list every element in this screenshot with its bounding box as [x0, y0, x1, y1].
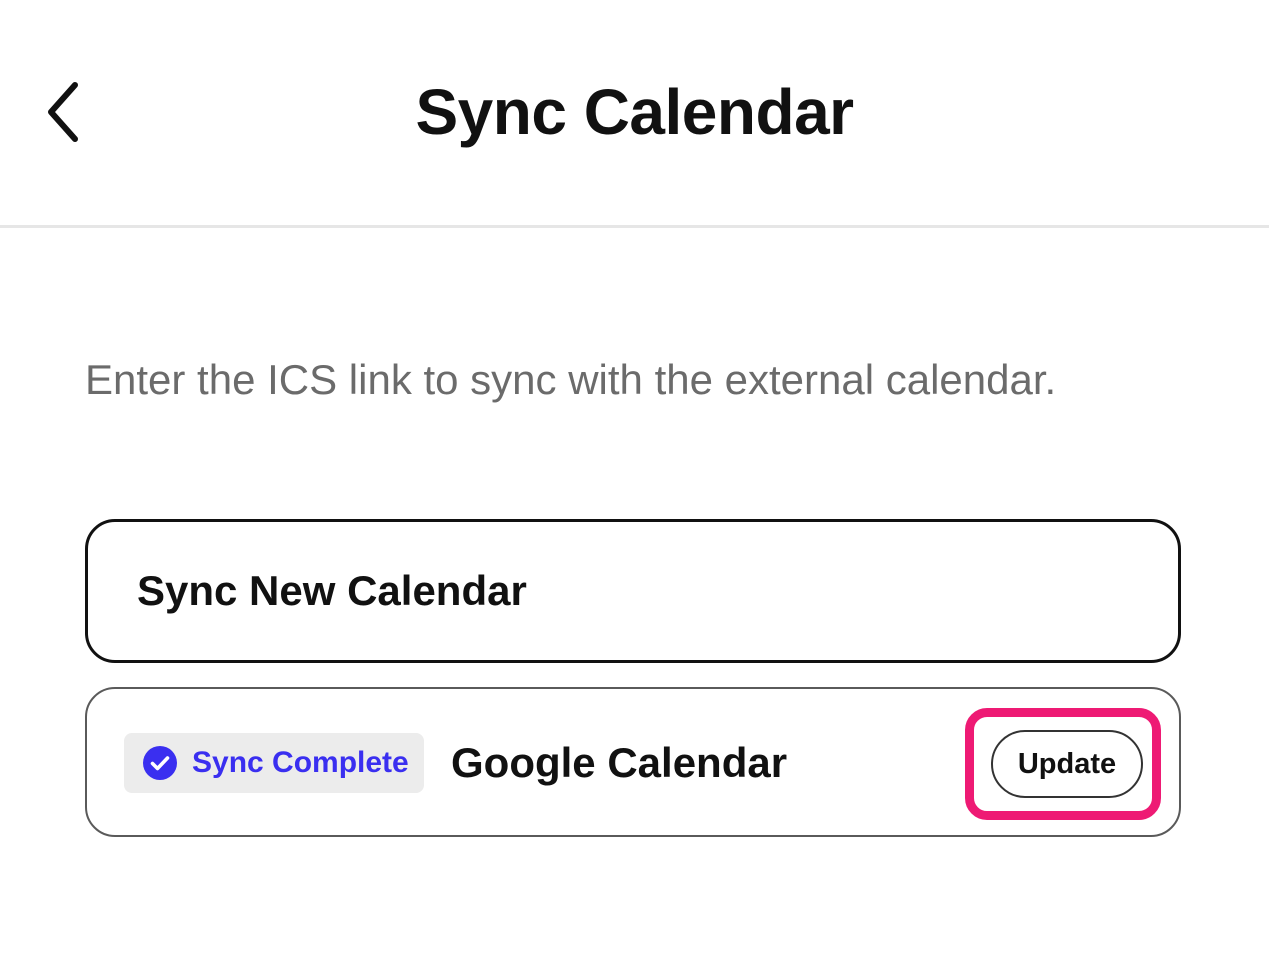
sync-calendar-screen: Sync Calendar Enter the ICS link to sync… — [0, 0, 1269, 954]
header: Sync Calendar — [0, 0, 1269, 228]
update-button[interactable]: Update — [991, 730, 1143, 798]
calendar-name: Google Calendar — [451, 739, 788, 786]
sync-new-calendar-label: Sync New Calendar — [137, 567, 527, 614]
status-label: Sync Complete — [192, 746, 409, 779]
sync-new-calendar-button[interactable]: Sync New Calendar — [85, 519, 1181, 663]
calendar-list-item: Sync Complete Google Calendar Update — [85, 687, 1181, 837]
instructions-text: Enter the ICS link to sync with the exte… — [85, 356, 1057, 403]
check-circle-icon — [142, 745, 178, 781]
status-badge: Sync Complete — [124, 733, 424, 793]
page-title: Sync Calendar — [415, 76, 854, 148]
